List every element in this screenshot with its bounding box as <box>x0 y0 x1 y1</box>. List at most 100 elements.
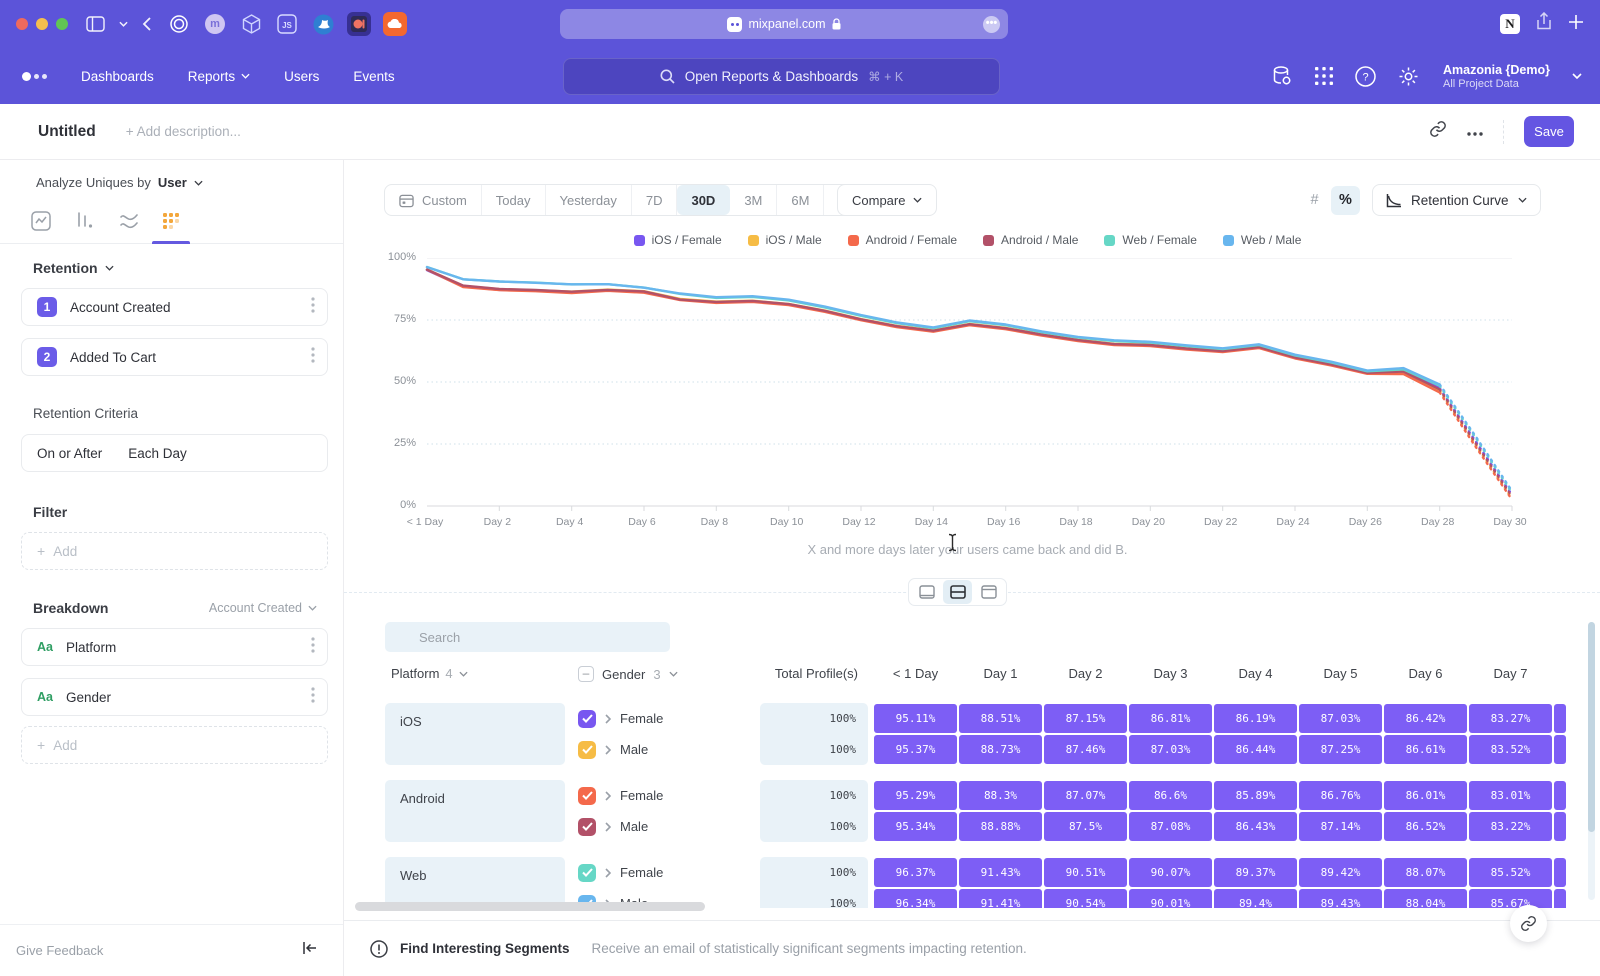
retention-value-cell[interactable] <box>1554 735 1566 764</box>
retention-value-cell[interactable]: 83.01% <box>1469 781 1552 810</box>
expand-chevron-icon[interactable] <box>605 868 611 878</box>
compare-button[interactable]: Compare <box>837 184 937 216</box>
day-column-header[interactable]: Day 6 <box>1384 666 1467 681</box>
retention-value-cell[interactable]: 85.52% <box>1469 858 1552 887</box>
retention-value-cell[interactable]: 88.07% <box>1384 858 1467 887</box>
vertical-scrollbar[interactable] <box>1588 622 1595 900</box>
retention-criteria-row[interactable]: On or After Each Day <box>21 434 328 472</box>
more-options-icon[interactable] <box>311 687 315 708</box>
date-range-custom[interactable]: Custom <box>385 185 482 215</box>
more-options-icon[interactable] <box>311 347 315 368</box>
breakdown-row[interactable]: Aa Platform <box>21 628 328 666</box>
platform-cell[interactable]: iOS <box>385 703 565 765</box>
settings-gear-icon[interactable] <box>1398 66 1419 87</box>
retention-value-cell[interactable]: 87.14% <box>1299 812 1382 841</box>
day-column-header[interactable]: Day 7 <box>1469 666 1552 681</box>
more-options-icon[interactable] <box>1467 123 1483 141</box>
global-search-button[interactable]: Open Reports & Dashboards ⌘ + K <box>563 58 1000 95</box>
series-checkbox[interactable] <box>578 818 596 836</box>
collapse-sidebar-icon[interactable] <box>302 941 317 960</box>
retention-step-row[interactable]: 1 Account Created <box>21 288 328 326</box>
day-column-header[interactable]: Day 5 <box>1299 666 1382 681</box>
retention-value-cell[interactable]: 91.43% <box>959 858 1042 887</box>
address-bar[interactable]: mixpanel.com ••• <box>560 9 1008 39</box>
retention-value-cell[interactable]: 95.37% <box>874 735 957 764</box>
retention-value-cell[interactable] <box>1554 781 1566 810</box>
retention-value-cell[interactable] <box>1554 704 1566 733</box>
segments-title[interactable]: Find Interesting Segments <box>400 941 570 956</box>
table-search-input[interactable] <box>385 622 670 652</box>
retention-value-cell[interactable]: 85.67% <box>1469 889 1552 908</box>
retention-value-cell[interactable]: 86.76% <box>1299 781 1382 810</box>
expand-chevron-icon[interactable] <box>605 791 611 801</box>
page-options-icon[interactable]: ••• <box>983 16 1000 33</box>
breakdown-scope-selector[interactable]: Account Created <box>209 601 317 615</box>
platform-cell[interactable]: Android <box>385 780 565 842</box>
horizontal-scrollbar[interactable] <box>355 902 705 911</box>
gender-row[interactable]: Female <box>578 703 663 734</box>
day-column-header[interactable]: Day 4 <box>1214 666 1297 681</box>
project-switcher[interactable]: Amazonia {Demo} All Project Data <box>1443 63 1550 90</box>
retention-value-cell[interactable] <box>1554 812 1566 841</box>
criteria-interval[interactable]: Each Day <box>128 446 187 461</box>
nav-item-dashboards[interactable]: Dashboards <box>81 69 154 84</box>
retention-value-cell[interactable]: 86.42% <box>1384 704 1467 733</box>
data-management-icon[interactable] <box>1271 65 1293 87</box>
breakdown-row[interactable]: Aa Gender <box>21 678 328 716</box>
date-range-6m[interactable]: 6M <box>777 185 824 215</box>
extension-red-app-icon[interactable] <box>347 12 371 36</box>
percentage-toggle[interactable]: % <box>1331 186 1360 215</box>
add-breakdown-button[interactable]: + Add <box>21 726 328 764</box>
day-column-header[interactable]: Day 3 <box>1129 666 1212 681</box>
report-title[interactable]: Untitled <box>38 123 96 141</box>
gender-column-header[interactable]: – Gender 3 <box>578 666 678 682</box>
tab-flows[interactable] <box>116 208 142 234</box>
retention-value-cell[interactable]: 87.03% <box>1129 735 1212 764</box>
chevron-down-icon[interactable] <box>1572 73 1582 79</box>
retention-value-cell[interactable]: 87.07% <box>1044 781 1127 810</box>
more-options-icon[interactable] <box>311 297 315 318</box>
share-icon[interactable] <box>1536 12 1552 36</box>
split-layout-button[interactable] <box>943 580 972 604</box>
date-range-3m[interactable]: 3M <box>730 185 777 215</box>
browser-back-icon[interactable] <box>142 17 151 31</box>
nav-item-events[interactable]: Events <box>353 69 394 84</box>
nav-item-reports[interactable]: Reports <box>188 69 250 84</box>
analyze-uniques-row[interactable]: Analyze Uniques by User <box>36 175 203 190</box>
series-checkbox[interactable] <box>578 864 596 882</box>
chevron-down-icon[interactable] <box>119 21 128 27</box>
retention-value-cell[interactable]: 86.52% <box>1384 812 1467 841</box>
retention-value-cell[interactable]: 86.6% <box>1129 781 1212 810</box>
legend-item[interactable]: Web / Male <box>1223 233 1301 247</box>
retention-value-cell[interactable]: 87.03% <box>1299 704 1382 733</box>
retention-value-cell[interactable]: 87.25% <box>1299 735 1382 764</box>
retention-value-cell[interactable]: 86.19% <box>1214 704 1297 733</box>
retention-value-cell[interactable]: 89.4% <box>1214 889 1297 908</box>
tab-funnels[interactable] <box>72 208 98 234</box>
retention-step-row[interactable]: 2 Added To Cart <box>21 338 328 376</box>
retention-value-cell[interactable]: 90.01% <box>1129 889 1212 908</box>
save-button[interactable]: Save <box>1524 116 1574 147</box>
retention-value-cell[interactable]: 86.01% <box>1384 781 1467 810</box>
series-checkbox[interactable] <box>578 710 596 728</box>
retention-value-cell[interactable]: 89.37% <box>1214 858 1297 887</box>
share-report-button[interactable] <box>1510 905 1547 942</box>
legend-item[interactable]: Android / Male <box>983 233 1078 247</box>
retention-value-cell[interactable]: 96.34% <box>874 889 957 908</box>
retention-value-cell[interactable]: 86.44% <box>1214 735 1297 764</box>
browser-sidebar-icon[interactable] <box>86 16 105 32</box>
day-column-header[interactable]: Day 1 <box>959 666 1042 681</box>
expand-chevron-icon[interactable] <box>605 745 611 755</box>
retention-line-chart[interactable] <box>425 258 1520 520</box>
extension-avatar-icon[interactable]: m <box>203 12 227 36</box>
close-window-button[interactable] <box>16 18 28 30</box>
series-checkbox[interactable] <box>578 741 596 759</box>
extension-bird-icon[interactable] <box>311 12 335 36</box>
give-feedback-link[interactable]: Give Feedback <box>16 943 103 958</box>
table-only-layout-button[interactable] <box>974 580 1003 604</box>
day-column-header[interactable]: Day 2 <box>1044 666 1127 681</box>
retention-value-cell[interactable]: 86.61% <box>1384 735 1467 764</box>
extension-target-icon[interactable] <box>167 12 191 36</box>
gender-row[interactable]: Male <box>578 811 648 842</box>
retention-value-cell[interactable]: 90.51% <box>1044 858 1127 887</box>
